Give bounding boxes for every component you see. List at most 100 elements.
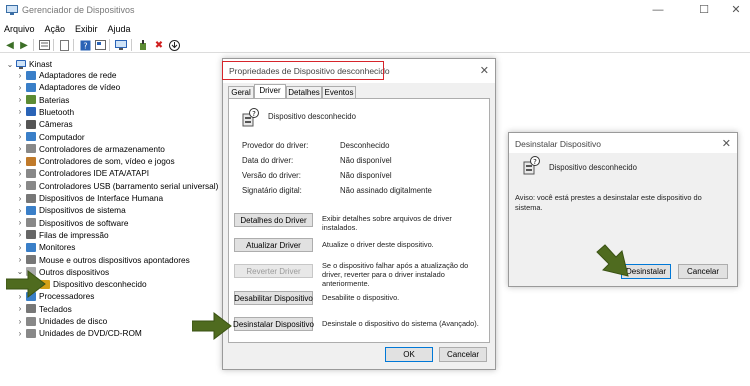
- tree-item[interactable]: › Mouse e outros dispositivos apontadores: [16, 254, 190, 266]
- cancel-button[interactable]: Cancelar: [439, 347, 487, 362]
- tree-item[interactable]: › Câmeras: [16, 118, 73, 130]
- chevron-right-icon[interactable]: ›: [16, 206, 24, 215]
- tree-item[interactable]: › Filas de impressão: [16, 229, 109, 241]
- chevron-down-icon[interactable]: ⌄: [6, 60, 14, 69]
- tree-item-label: Dispositivos de Interface Humana: [39, 193, 164, 203]
- tree-item[interactable]: › Teclados: [16, 303, 72, 315]
- tree-root-label: Kinast: [29, 59, 53, 69]
- minimize-button[interactable]: —: [650, 3, 666, 17]
- chevron-right-icon[interactable]: ›: [16, 157, 24, 166]
- tree-item-label: Unidades de DVD/CD-ROM: [39, 328, 142, 339]
- forward-arrow-icon[interactable]: ▶: [18, 39, 30, 51]
- back-arrow-icon[interactable]: ◀: [4, 39, 16, 51]
- tree-item[interactable]: › Adaptadores de vídeo: [16, 81, 121, 93]
- document-icon[interactable]: [58, 39, 70, 51]
- digital-signer-value: Não assinado digitalmente: [340, 186, 432, 195]
- uninstall-title: Desinstalar Dispositivo: [515, 139, 601, 149]
- tree-item[interactable]: › Monitores: [16, 241, 76, 253]
- close-icon[interactable]: ✕: [722, 137, 731, 150]
- chevron-right-icon[interactable]: ›: [16, 317, 24, 326]
- tree-item[interactable]: › Controladores IDE ATA/ATAPI: [16, 167, 149, 179]
- monitor-icon[interactable]: [115, 39, 127, 51]
- chevron-right-icon[interactable]: ›: [16, 120, 24, 129]
- menu-ajuda[interactable]: Ajuda: [103, 22, 136, 36]
- device-category-icon: [26, 82, 36, 92]
- device-category-icon: [26, 242, 36, 252]
- tree-item[interactable]: › Dispositivos de Interface Humana: [16, 192, 163, 204]
- ok-button[interactable]: OK: [385, 347, 433, 362]
- chevron-right-icon[interactable]: ›: [16, 304, 24, 313]
- unknown-device-icon: ?: [242, 108, 259, 127]
- device-category-icon: [26, 328, 36, 338]
- tree-item[interactable]: › Unidades de disco: [16, 315, 108, 327]
- tree-item[interactable]: › Computador: [16, 131, 85, 143]
- device-category-icon: [26, 304, 36, 314]
- chevron-right-icon[interactable]: ›: [16, 169, 24, 178]
- add-driver-icon[interactable]: [138, 39, 150, 51]
- window-title: Gerenciador de Dispositivos: [22, 5, 135, 15]
- annotation-arrow-icon: [6, 270, 46, 298]
- chevron-right-icon[interactable]: ›: [16, 329, 24, 338]
- driver-details-button[interactable]: Detalhes do Driver: [234, 213, 313, 227]
- tree-item[interactable]: › Adaptadores de rede: [16, 69, 117, 81]
- tree-item[interactable]: › Dispositivos de sistema: [16, 204, 126, 216]
- download-icon[interactable]: [168, 39, 180, 51]
- menu-exibir[interactable]: Exibir: [70, 22, 103, 36]
- chevron-right-icon[interactable]: ›: [16, 243, 24, 252]
- chevron-right-icon[interactable]: ›: [16, 107, 24, 116]
- tree-item-label: Computador: [39, 131, 85, 142]
- tree-item-label: Monitores: [39, 242, 76, 253]
- maximize-button[interactable]: ☐: [696, 3, 712, 17]
- uninstall-device-desc: Desinstale o dispositivo do sistema (Ava…: [322, 319, 479, 328]
- menu-acao[interactable]: Ação: [40, 22, 71, 36]
- tree-item[interactable]: › Bluetooth: [16, 106, 74, 118]
- tree-item[interactable]: › Dispositivos de software: [16, 217, 129, 229]
- annotation-arrow-icon: [192, 312, 232, 340]
- chevron-right-icon[interactable]: ›: [16, 144, 24, 153]
- update-driver-desc: Atualize o driver deste dispositivo.: [322, 240, 434, 249]
- tree-item[interactable]: › Baterias: [16, 94, 70, 106]
- tree-item[interactable]: › Unidades de DVD/CD-ROM: [16, 327, 142, 339]
- tree-item-label: Outros dispositivos: [39, 266, 110, 277]
- toolbar-divider: [53, 39, 54, 51]
- tree-item-label: Controladores IDE ATA/ATAPI: [39, 168, 150, 179]
- view-icon[interactable]: [94, 39, 106, 51]
- cancel-uninstall-button[interactable]: Cancelar: [678, 264, 728, 279]
- close-icon[interactable]: ✕: [480, 64, 489, 77]
- chevron-right-icon[interactable]: ›: [16, 95, 24, 104]
- uninstall-title-bar: Desinstalar Dispositivo ✕: [509, 133, 737, 153]
- chevron-right-icon[interactable]: ›: [16, 71, 24, 80]
- menu-arquivo[interactable]: Arquivo: [0, 22, 40, 36]
- chevron-right-icon[interactable]: ›: [16, 230, 24, 239]
- close-button[interactable]: ✕: [728, 3, 744, 17]
- toolbar-divider: [109, 39, 110, 51]
- rollback-driver-button[interactable]: Reverter Driver: [234, 264, 313, 278]
- disable-device-desc: Desabilite o dispositivo.: [322, 293, 400, 302]
- driver-date-label: Data do driver:: [242, 156, 294, 165]
- tree-child-item[interactable]: Dispositivo desconhecido: [30, 278, 147, 290]
- chevron-right-icon[interactable]: ›: [16, 255, 24, 264]
- uninstall-warning: Aviso: você está prestes a desinstalar e…: [515, 193, 702, 212]
- chevron-right-icon[interactable]: ›: [16, 132, 24, 141]
- device-category-icon: [26, 95, 36, 105]
- tree-item[interactable]: › Controladores de som, vídeo e jogos: [16, 155, 175, 167]
- properties-icon[interactable]: [38, 39, 50, 51]
- chevron-right-icon[interactable]: ›: [16, 218, 24, 227]
- tree-item-label: Filas de impressão: [39, 229, 109, 240]
- chevron-right-icon[interactable]: ›: [16, 194, 24, 203]
- device-category-icon: [26, 132, 36, 141]
- menu-bar: Arquivo Ação Exibir Ajuda: [0, 22, 750, 36]
- device-category-icon: [26, 168, 36, 178]
- disable-device-button[interactable]: Desabilitar Dispositivo: [234, 291, 313, 305]
- chevron-right-icon[interactable]: ›: [16, 83, 24, 92]
- svg-text:?: ?: [83, 41, 87, 50]
- tree-item[interactable]: › Controladores USB (barramento serial un…: [16, 180, 219, 192]
- uninstall-x-icon[interactable]: ✖: [153, 39, 165, 51]
- update-driver-button[interactable]: Atualizar Driver: [234, 238, 313, 252]
- tree-item-label: Dispositivos de sistema: [39, 205, 126, 216]
- uninstall-device-button[interactable]: Desinstalar Dispositivo: [233, 317, 314, 331]
- chevron-right-icon[interactable]: ›: [16, 181, 24, 190]
- tree-item-label: Controladores USB (barramento serial uni…: [39, 180, 219, 191]
- help-icon[interactable]: ?: [79, 39, 91, 51]
- tree-item[interactable]: › Controladores de armazenamento: [16, 143, 165, 155]
